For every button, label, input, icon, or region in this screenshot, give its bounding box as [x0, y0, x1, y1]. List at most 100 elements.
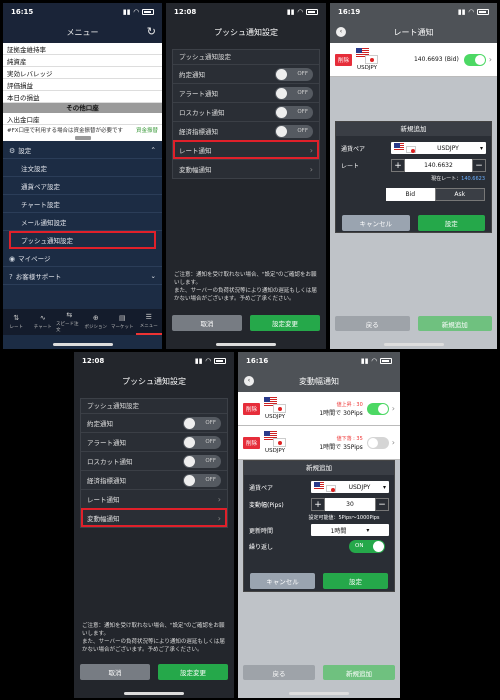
cancel-button[interactable]: 取消: [80, 664, 150, 680]
ask-button[interactable]: Ask: [434, 188, 485, 201]
list-item: 入出金口座: [3, 113, 162, 125]
refresh-icon[interactable]: ↻: [147, 25, 156, 38]
push-settings-box: プッシュ通知設定 約定通知 OFF アラート通知 OFF ロスカット通知 OFF 経済…: [172, 49, 320, 179]
change-notification-row[interactable]: 変動幅通知 ›: [81, 508, 227, 527]
cancel-button[interactable]: キャンセル: [250, 573, 315, 589]
toggle-switch[interactable]: OFF: [183, 473, 221, 487]
toggle-switch[interactable]: OFF: [275, 86, 313, 100]
usdjpy-flag-icon: [264, 431, 287, 447]
battery-icon: [142, 9, 154, 15]
interval-select[interactable]: 1時間 ▾: [311, 524, 389, 536]
plus-icon[interactable]: +: [391, 159, 405, 172]
usdjpy-flag-icon: [394, 142, 416, 153]
toggle-switch[interactable]: OFF: [275, 105, 313, 119]
menu-item-chart-settings[interactable]: チャート設定: [3, 195, 162, 213]
delete-button[interactable]: 削除: [243, 436, 261, 449]
set-button[interactable]: 設定: [417, 215, 485, 231]
tab-market[interactable]: ▤ マーケット: [109, 309, 136, 335]
currency-pair-select[interactable]: USDJPY ▾: [311, 481, 389, 493]
menu-icon: ☰: [145, 313, 152, 321]
pips-stepper[interactable]: +30−: [311, 498, 389, 511]
new-alert-dialog: 新規追加 通貨ペア USDJPY ▾ 変動幅(Pips) +30− 設定可能値：5…: [243, 460, 395, 592]
cancel-button[interactable]: キャンセル: [342, 215, 410, 231]
delete-button[interactable]: 削除: [335, 53, 353, 66]
status-bar: 12:08 ▮▮ ◠: [74, 352, 234, 370]
header: ‹ 変動幅通知: [238, 370, 400, 392]
save-button[interactable]: 設定変更: [250, 315, 320, 331]
tab-speed-order[interactable]: ⇆ スピード注文: [56, 309, 83, 335]
settings-section[interactable]: ⚙ 設定 ⌃: [3, 141, 162, 159]
gear-icon: ⚙: [9, 146, 16, 155]
change-notification-row[interactable]: 変動幅通知 ›: [173, 159, 319, 178]
menu-item-pair-settings[interactable]: 通貨ペア設定: [3, 177, 162, 195]
cancel-button[interactable]: 取消: [172, 315, 242, 331]
status-bar: 16:16 ▮▮ ◠: [238, 352, 400, 370]
wifi-icon: ◠: [297, 8, 303, 16]
back-icon[interactable]: ‹: [336, 27, 346, 37]
tab-chart[interactable]: ∿ チャート: [30, 309, 57, 335]
rate-stepper[interactable]: +140.6632−: [391, 159, 486, 172]
back-icon[interactable]: ‹: [244, 376, 254, 386]
change-notification-screen: 16:16 ▮▮ ◠ ‹ 変動幅通知 削除 USDJPY 値上昇 : 30 1時間で 3…: [238, 352, 400, 698]
menu-item-order-settings[interactable]: 注文設定: [3, 159, 162, 177]
minus-icon[interactable]: −: [472, 159, 486, 172]
toggle-switch[interactable]: [366, 402, 389, 415]
repeat-toggle[interactable]: ON: [349, 540, 385, 553]
save-button[interactable]: 設定変更: [158, 664, 228, 680]
status-bar: 16:19 ▮▮ ◠: [330, 3, 497, 21]
chevron-up-icon: ⌃: [150, 145, 156, 154]
notice-text: ご注意：通知を受け取れない場合、"設定"のご確認をお願いします。 また、サーバー…: [82, 623, 225, 653]
rate-notification-screen: 16:19 ▮▮ ◠ ‹ レート通知 削除 USDJPY 140.6693 (Bid)…: [330, 3, 497, 349]
tab-rate[interactable]: ⇅ レート: [3, 309, 30, 335]
rate-notification-row[interactable]: レート通知 ›: [173, 140, 319, 159]
minus-icon[interactable]: −: [375, 498, 389, 511]
push-settings-box: プッシュ通知設定 約定通知 OFF アラート通知 OFF ロスカット通知 OFF 経済…: [80, 398, 228, 528]
plus-icon[interactable]: +: [311, 498, 325, 511]
battery-icon: [214, 358, 226, 364]
page-title: メニュー: [66, 27, 99, 37]
tab-menu[interactable]: ☰ メニュー: [135, 309, 162, 335]
toggle-switch[interactable]: [366, 436, 389, 449]
rate-notification-row[interactable]: レート通知 ›: [81, 489, 227, 508]
bid-ask-selector: Bid Ask: [386, 188, 485, 201]
wifi-icon: ◠: [205, 357, 211, 365]
currency-pair-select[interactable]: USDJPY ▾: [391, 142, 486, 154]
wifi-icon: ◠: [371, 357, 377, 365]
help-icon: ?: [9, 272, 13, 281]
add-new-button[interactable]: 新規追加: [323, 665, 395, 680]
menu-item-mypage[interactable]: ◉ マイページ: [3, 249, 162, 267]
toggle-switch[interactable]: OFF: [183, 454, 221, 468]
toggle-switch[interactable]: OFF: [275, 124, 313, 138]
toggle-switch[interactable]: OFF: [183, 435, 221, 449]
menu-item-mail-settings[interactable]: メール通知設定: [3, 213, 162, 231]
delete-button[interactable]: 削除: [243, 402, 261, 415]
transfer-link[interactable]: 資金振替: [136, 126, 158, 134]
tab-position[interactable]: ⊕ ポジション: [83, 309, 110, 335]
position-icon: ⊕: [92, 314, 99, 322]
menu-item-support[interactable]: ? お客様サポート ⌄: [3, 267, 162, 285]
bid-button[interactable]: Bid: [386, 188, 435, 201]
page-title: プッシュ通知設定: [122, 376, 186, 386]
box-title: プッシュ通知設定: [179, 53, 231, 61]
list-item: 削除 USDJPY 値下落 : 35 1時間で 35Pips ›: [238, 426, 400, 460]
signal-icon: ▮▮: [286, 8, 295, 16]
set-button[interactable]: 設定: [323, 573, 388, 589]
page-title: プッシュ通知設定: [214, 27, 278, 37]
push-settings-screen-rate: 12:08 ▮▮ ◠ プッシュ通知設定 プッシュ通知設定 約定通知 OFF アラート通…: [166, 3, 326, 349]
back-button[interactable]: 戻る: [243, 665, 315, 680]
toggle-switch[interactable]: OFF: [183, 416, 221, 430]
back-button[interactable]: 戻る: [335, 316, 410, 331]
home-indicator: [383, 343, 444, 346]
new-alert-dialog: 新規追加 通貨ペア USDJPY ▾ レート +140.6632− 現在レート：1…: [335, 121, 492, 233]
battery-icon: [477, 9, 489, 15]
battery-icon: [306, 9, 318, 15]
signal-icon: ▮▮: [194, 357, 203, 365]
toggle-switch[interactable]: OFF: [275, 67, 313, 81]
battery-icon: [380, 358, 392, 364]
toggle-switch[interactable]: [463, 53, 486, 66]
chevron-right-icon: ›: [217, 494, 221, 504]
menu-item-push-settings[interactable]: プッシュ通知設定: [9, 231, 156, 249]
add-new-button[interactable]: 新規追加: [417, 316, 492, 331]
usdjpy-flag-icon: [314, 481, 336, 492]
setting-row: アラート通知 OFF: [173, 83, 319, 102]
